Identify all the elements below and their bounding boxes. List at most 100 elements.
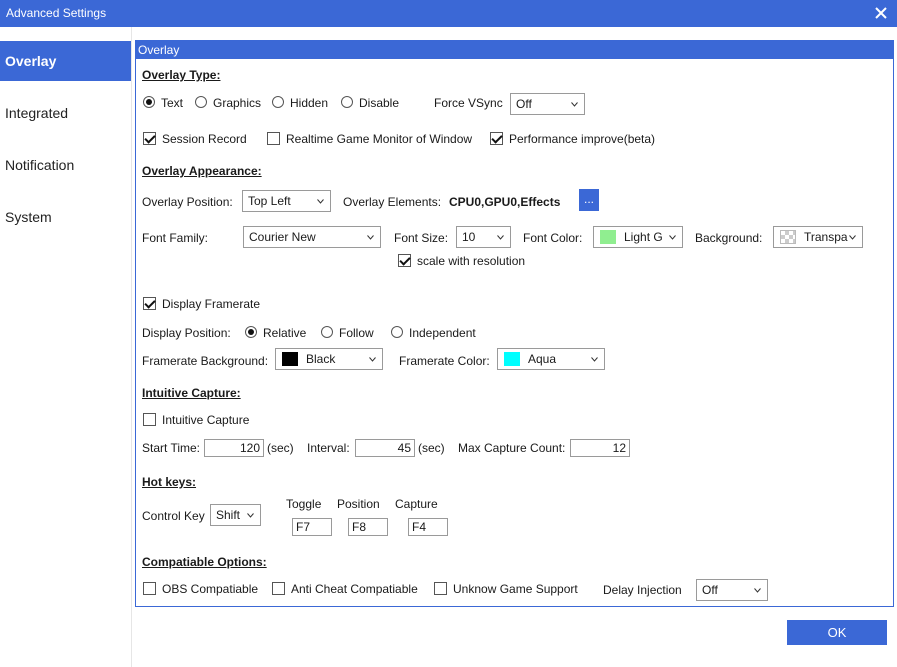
toggle-label: Toggle <box>286 497 322 511</box>
delay-injection-label: Delay Injection <box>603 583 682 597</box>
framerate-background-label: Framerate Background: <box>142 354 269 368</box>
chevron-down-icon <box>317 199 324 204</box>
interval-label: Interval: <box>307 441 350 455</box>
overlay-position-label: Overlay Position: <box>142 195 233 209</box>
intuitive-capture-title: Intuitive Capture: <box>142 386 241 400</box>
chevron-down-icon <box>367 235 374 240</box>
close-icon[interactable] <box>871 3 891 23</box>
panel-header: Overlay <box>136 41 893 59</box>
sidebar: Overlay Integrated Notification System <box>0 27 132 667</box>
font-size-value: 10 <box>462 230 476 244</box>
overlay-elements-button[interactable]: ... <box>579 189 599 211</box>
control-key-value: Shift <box>216 508 241 522</box>
overlay-elements-value: CPU0,GPU0,Effects <box>449 195 561 209</box>
overlay-type-graphics-radio[interactable] <box>195 96 207 108</box>
capture-key-input[interactable]: F4 <box>408 518 448 536</box>
interval-input[interactable]: 45 <box>355 439 415 457</box>
font-family-dropdown[interactable]: Courier New <box>243 226 381 248</box>
performance-improve-checkbox[interactable] <box>490 132 503 145</box>
position-follow-radio[interactable] <box>321 326 333 338</box>
sidebar-item-overlay[interactable]: Overlay <box>0 41 131 81</box>
scale-with-resolution-checkbox[interactable] <box>398 254 411 267</box>
sidebar-item-integrated[interactable]: Integrated <box>0 93 131 133</box>
font-size-dropdown[interactable]: 10 <box>456 226 511 248</box>
force-vsync-value: Off <box>516 97 532 111</box>
obs-compat-label: OBS Compatiable <box>162 582 259 596</box>
framerate-color-label: Framerate Color: <box>399 354 490 368</box>
compat-options-title: Compatiable Options: <box>142 555 267 569</box>
start-time-unit: (sec) <box>267 441 294 455</box>
transparent-swatch <box>780 230 796 244</box>
start-time-input[interactable]: 120 <box>204 439 264 457</box>
overlay-type-title: Overlay Type: <box>142 68 221 82</box>
font-size-label: Font Size: <box>394 231 449 245</box>
anticheat-compat-label: Anti Cheat Compatiable <box>291 582 418 596</box>
chevron-down-icon <box>849 235 856 240</box>
overlay-type-text-radio[interactable] <box>143 96 155 108</box>
overlay-position-dropdown[interactable]: Top Left <box>242 190 331 212</box>
overlay-type-hidden-radio[interactable] <box>272 96 284 108</box>
unknown-game-support-label: Unknow Game Support <box>453 582 578 596</box>
window-title: Advanced Settings <box>6 6 107 20</box>
framerate-color-dropdown[interactable]: Aqua <box>497 348 605 370</box>
position-independent-radio[interactable] <box>391 326 403 338</box>
chevron-down-icon <box>591 357 598 362</box>
position-relative-radio[interactable] <box>245 326 257 338</box>
max-capture-count-label: Max Capture Count: <box>458 441 566 455</box>
sidebar-item-notification[interactable]: Notification <box>0 145 131 185</box>
font-color-label: Font Color: <box>523 231 583 245</box>
start-time-label: Start Time: <box>142 441 201 455</box>
chevron-down-icon <box>669 235 676 240</box>
font-color-swatch <box>600 230 616 244</box>
title-bar: Advanced Settings <box>0 0 897 27</box>
font-color-value: Light G <box>624 230 663 244</box>
display-framerate-checkbox[interactable] <box>143 297 156 310</box>
toggle-key-input[interactable]: F7 <box>292 518 332 536</box>
intuitive-capture-label: Intuitive Capture <box>162 413 250 427</box>
font-color-dropdown[interactable]: Light G <box>593 226 683 248</box>
chevron-down-icon <box>497 235 504 240</box>
framerate-background-value: Black <box>306 352 336 366</box>
force-vsync-label: Force VSync <box>434 96 503 110</box>
framerate-background-dropdown[interactable]: Black <box>275 348 383 370</box>
chevron-down-icon <box>754 588 761 593</box>
ok-button[interactable]: OK <box>787 620 887 645</box>
overlay-appearance-title: Overlay Appearance: <box>142 164 262 178</box>
overlay-type-disable-label: Disable <box>359 96 400 110</box>
overlay-type-disable-radio[interactable] <box>341 96 353 108</box>
realtime-monitor-checkbox[interactable] <box>267 132 280 145</box>
intuitive-capture-checkbox[interactable] <box>143 413 156 426</box>
delay-injection-value: Off <box>702 583 718 597</box>
control-key-dropdown[interactable]: Shift <box>210 504 261 526</box>
interval-unit: (sec) <box>418 441 445 455</box>
framerate-color-value: Aqua <box>528 352 557 366</box>
max-capture-count-input[interactable]: 12 <box>570 439 630 457</box>
sidebar-item-system[interactable]: System <box>0 197 131 237</box>
chevron-down-icon <box>369 357 376 362</box>
display-framerate-label: Display Framerate <box>162 297 261 311</box>
overlay-type-text-label: Text <box>161 96 184 110</box>
black-swatch <box>282 352 298 366</box>
background-dropdown[interactable]: Transpa <box>773 226 863 248</box>
display-position-label: Display Position: <box>142 326 231 340</box>
overlay-type-hidden-label: Hidden <box>290 96 329 110</box>
position-key-label: Position <box>337 497 380 511</box>
aqua-swatch <box>504 352 520 366</box>
position-follow-label: Follow <box>339 326 374 340</box>
chevron-down-icon <box>571 102 578 107</box>
session-record-checkbox[interactable] <box>143 132 156 145</box>
overlay-type-graphics-label: Graphics <box>213 96 262 110</box>
font-family-value: Courier New <box>249 230 316 244</box>
position-key-input[interactable]: F8 <box>348 518 388 536</box>
unknown-game-support-checkbox[interactable] <box>434 582 447 595</box>
anticheat-compat-checkbox[interactable] <box>272 582 285 595</box>
obs-compat-checkbox[interactable] <box>143 582 156 595</box>
scale-with-resolution-label: scale with resolution <box>417 254 526 268</box>
control-key-label: Control Key <box>142 509 205 523</box>
realtime-monitor-label: Realtime Game Monitor of Window <box>286 132 473 146</box>
force-vsync-dropdown[interactable]: Off <box>510 93 585 115</box>
session-record-label: Session Record <box>162 132 247 146</box>
position-independent-label: Independent <box>409 326 476 340</box>
delay-injection-dropdown[interactable]: Off <box>696 579 768 601</box>
chevron-down-icon <box>247 513 254 518</box>
